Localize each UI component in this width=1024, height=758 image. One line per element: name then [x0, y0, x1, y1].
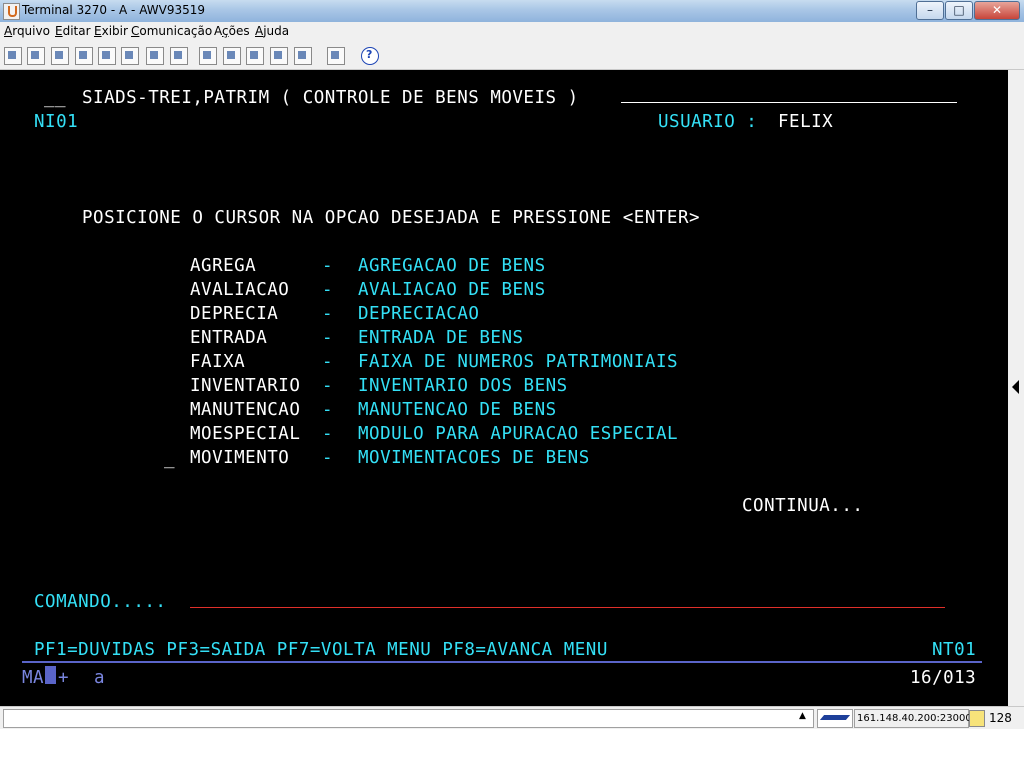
disconnect-icon[interactable] [223, 47, 241, 65]
continue-text: CONTINUA... [742, 496, 864, 516]
keypad-icon[interactable] [170, 47, 188, 65]
menu-bar: Arquivo Editar Exibir Comunicação Ações … [0, 22, 1024, 42]
cursor-position: 16/013 [910, 668, 977, 688]
option-separator: - [322, 448, 334, 468]
option-code[interactable]: INVENTARIO [190, 376, 300, 396]
oia-indicator: a [94, 668, 106, 688]
option-separator: - [322, 328, 334, 348]
menu-arquivo[interactable]: Arquivo [4, 24, 50, 38]
option-separator: - [322, 352, 334, 372]
macro-icon[interactable] [270, 47, 288, 65]
option-separator: - [322, 256, 334, 276]
title-bar[interactable]: Terminal 3270 - A - AWV93519 – □ ✕ [0, 0, 1024, 23]
option-separator: - [322, 424, 334, 444]
option-code[interactable]: MOESPECIAL [190, 424, 300, 444]
status-bar: ▲ 161.148.40.200:23000 128 [0, 706, 1024, 729]
copy-icon[interactable] [75, 47, 93, 65]
option-description: ENTRADA DE BENS [358, 328, 524, 348]
arrow-up-icon[interactable]: ▲ [799, 711, 806, 721]
clipboard-icon[interactable] [121, 47, 139, 65]
instruction-text: POSICIONE O CURSOR NA OPCAO DESEJADA E P… [82, 208, 701, 228]
option-description: MODULO PARA APURACAO ESPECIAL [358, 424, 679, 444]
menu-exibir[interactable]: Exibir [94, 24, 128, 38]
lock-icon [969, 710, 985, 727]
java-app-icon [3, 3, 20, 20]
send-file-icon[interactable] [51, 47, 69, 65]
option-description: AVALIACAO DE BENS [358, 280, 546, 300]
close-button[interactable]: ✕ [974, 1, 1020, 20]
menu-acoes[interactable]: Ações [214, 24, 250, 38]
option-code[interactable]: AGREGA [190, 256, 256, 276]
toolbar [0, 42, 1024, 70]
command-input-underline[interactable] [190, 607, 945, 608]
status-message-field [3, 709, 814, 728]
window-title: Terminal 3270 - A - AWV93519 [22, 3, 205, 17]
menu-comunicacao[interactable]: Comunicação [131, 24, 212, 38]
header-underscores: __ [44, 88, 67, 108]
option-description: MANUTENCAO DE BENS [358, 400, 557, 420]
option-separator: - [322, 280, 334, 300]
option-code[interactable]: FAIXA [190, 352, 245, 372]
arrow-left-icon[interactable] [1012, 380, 1019, 394]
option-code[interactable]: MANUTENCAO [190, 400, 300, 420]
option-separator: - [322, 304, 334, 324]
option-description: AGREGACAO DE BENS [358, 256, 546, 276]
option-code[interactable]: AVALIACAO [190, 280, 289, 300]
minimize-button[interactable]: – [916, 1, 944, 20]
menu-editar[interactable]: Editar [55, 24, 91, 38]
option-separator: - [322, 400, 334, 420]
terminal-screen[interactable]: __ SIADS-TREI,PATRIM ( CONTROLE DE BENS … [0, 70, 1008, 706]
side-panel-toggle[interactable] [1008, 70, 1024, 706]
host-address: 161.148.40.200:23000 [854, 709, 972, 728]
option-description: MOVIMENTACOES DE BENS [358, 448, 590, 468]
print-icon[interactable] [4, 47, 22, 65]
tools-icon[interactable] [146, 47, 164, 65]
maximize-button[interactable]: □ [945, 1, 973, 20]
option-separator: - [322, 376, 334, 396]
option-code[interactable]: DEPRECIA [190, 304, 278, 324]
help-icon[interactable] [361, 47, 379, 65]
paste-icon[interactable] [98, 47, 116, 65]
keyboard-icon[interactable] [294, 47, 312, 65]
screen-header-title: SIADS-TREI,PATRIM ( CONTROLE DE BENS MOV… [82, 88, 579, 108]
option-code[interactable]: ENTRADA [190, 328, 267, 348]
option-description: INVENTARIO DOS BENS [358, 376, 568, 396]
options-icon[interactable] [327, 47, 345, 65]
print-setup-icon[interactable] [27, 47, 45, 65]
command-label: COMANDO..... [34, 592, 167, 612]
option-code[interactable]: MOVIMENTO [190, 448, 289, 468]
menu-ajuda[interactable]: Ajuda [255, 24, 289, 38]
option-description: FAIXA DE NUMEROS PATRIMONIAIS [358, 352, 679, 372]
desktop-strip [0, 729, 1024, 758]
oia-mode: MA [22, 668, 45, 688]
user-label: USUARIO : [658, 112, 758, 132]
pf-keys-legend: PF1=DUVIDAS PF3=SAIDA PF7=VOLTA MENU PF8… [34, 640, 608, 660]
screen-id: NI01 [34, 112, 79, 132]
option-description: DEPRECIACAO [358, 304, 480, 324]
connect-icon[interactable] [199, 47, 217, 65]
connection-icon [817, 709, 853, 728]
screen-code: NT01 [932, 640, 977, 660]
oia-separator [22, 661, 982, 663]
oia-cursor-block [45, 666, 56, 684]
oia-plus: + [58, 668, 70, 688]
user-name: FELIX [778, 112, 834, 132]
status-number: 128 [989, 711, 1012, 725]
record-icon[interactable] [246, 47, 264, 65]
cursor-marker[interactable]: _ [164, 449, 175, 469]
header-underline [621, 102, 957, 103]
